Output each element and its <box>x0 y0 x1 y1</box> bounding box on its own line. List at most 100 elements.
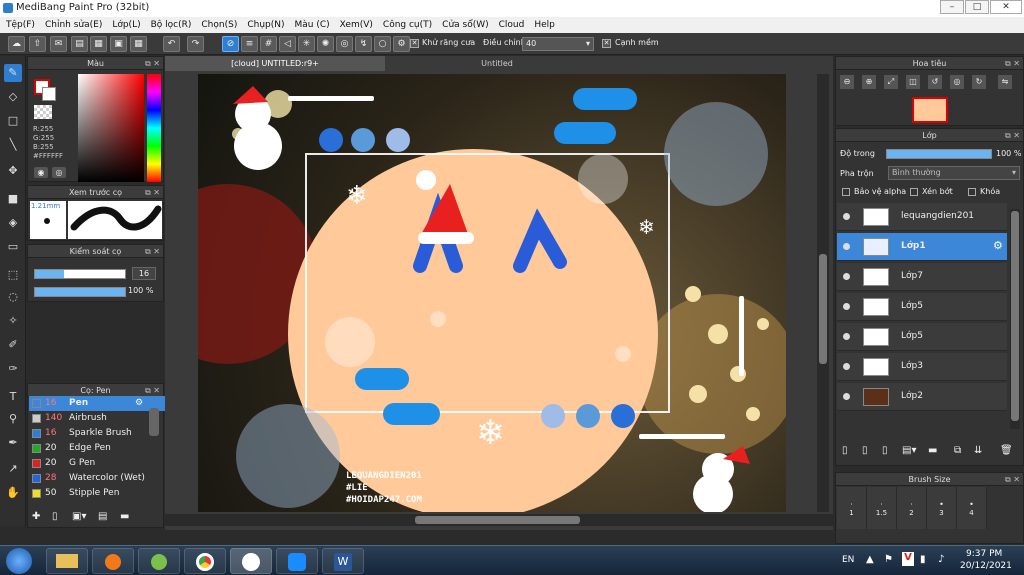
size-value[interactable]: 16 <box>132 267 156 280</box>
select-eraser-icon[interactable]: ✑ <box>4 360 22 378</box>
panel-close-icon[interactable]: ⧉ ✕ <box>1005 473 1020 486</box>
eye-icon[interactable] <box>843 303 850 310</box>
redo-icon[interactable]: ↷ <box>187 36 204 52</box>
layer-row[interactable]: Lớp5 <box>837 293 1007 321</box>
media-player-icon[interactable] <box>92 548 134 574</box>
dot-tool-icon[interactable]: □ <box>4 112 22 130</box>
eye-icon[interactable] <box>843 213 850 220</box>
menu-help[interactable]: Help <box>534 20 555 30</box>
word-icon[interactable]: W <box>322 548 364 574</box>
folder-icon[interactable]: ▬ <box>120 511 134 524</box>
tab-untitled[interactable]: Untitled <box>387 56 607 71</box>
menu-file[interactable]: Tệp(F) <box>6 20 35 30</box>
menu-view[interactable]: Xem(V) <box>340 20 373 30</box>
cross-snap-icon[interactable]: # <box>260 36 277 52</box>
menu-color[interactable]: Màu (C) <box>295 20 330 30</box>
cloud-icon[interactable]: ☁ <box>8 36 25 52</box>
brush-size-cell[interactable]: • 3 <box>927 487 957 529</box>
eraser-tool-icon[interactable]: ◇ <box>4 88 22 106</box>
new-halftone-layer-icon[interactable]: ▯ <box>862 445 868 456</box>
brush-settings-icon[interactable]: ▤ <box>98 511 112 524</box>
curve-snap-icon[interactable]: ↯ <box>355 36 372 52</box>
size-slider[interactable] <box>34 269 126 279</box>
clock-time[interactable]: 9:37 PM <box>966 549 1002 559</box>
color-history-icon[interactable]: ◎ <box>52 167 66 178</box>
bucket-tool-icon[interactable]: ◈ <box>4 214 22 232</box>
magic-wand-icon[interactable]: ✧ <box>4 312 22 330</box>
line-tool-icon[interactable]: ╲ <box>4 136 22 154</box>
panel-close-icon[interactable]: ⧉ ✕ <box>145 186 160 199</box>
divide-tool-icon[interactable]: ⚲ <box>4 410 22 428</box>
chrome-icon[interactable] <box>184 548 226 574</box>
menu-select[interactable]: Chọn(S) <box>201 20 237 30</box>
select-tool-icon[interactable]: ⬚ <box>4 266 22 284</box>
brush-size-cell[interactable]: · 2 <box>897 487 927 529</box>
parallel-snap-icon[interactable]: ≡ <box>241 36 258 52</box>
layer-row[interactable]: Lớp7 <box>837 263 1007 291</box>
hand-tool-icon[interactable]: ✋ <box>4 484 22 502</box>
brush-size-cell[interactable]: · 1 <box>837 487 867 529</box>
network-icon[interactable]: ▮ <box>920 554 926 565</box>
eye-icon[interactable] <box>843 363 850 370</box>
tab-cloud-document[interactable]: [cloud] UNTITLED:r9+ <box>165 56 385 71</box>
vertical-scrollbar[interactable] <box>817 74 829 512</box>
gear-icon[interactable]: ⚙ <box>993 239 1003 252</box>
color-mode-icon[interactable]: ◉ <box>34 167 48 178</box>
panel-close-icon[interactable]: ⧉ ✕ <box>1005 57 1020 70</box>
menu-window[interactable]: Cửa sổ(W) <box>442 20 488 30</box>
menu-tools[interactable]: Công cụ(T) <box>383 20 432 30</box>
layer-row[interactable]: Lớp1 ⚙ <box>837 233 1007 261</box>
comment-icon[interactable]: ✉ <box>50 36 67 52</box>
tray-app-icon[interactable]: V <box>902 552 914 566</box>
tray-flag-icon[interactable]: ⚑ <box>884 554 893 565</box>
brush-item[interactable]: 20 Edge Pen <box>29 441 173 456</box>
brush-size-cell[interactable]: · 1.5 <box>867 487 897 529</box>
color-picker-field[interactable] <box>78 74 144 182</box>
soft-edge-checkbox[interactable]: ✕ <box>602 39 611 48</box>
rotate-left-icon[interactable]: ↺ <box>928 75 942 89</box>
eye-icon[interactable] <box>843 393 850 400</box>
reset-icon[interactable]: ◎ <box>950 75 964 89</box>
gradient-tool-icon[interactable]: ▭ <box>4 238 22 256</box>
close-button[interactable]: ✕ <box>990 0 1022 14</box>
scrollbar-thumb[interactable] <box>1011 211 1019 421</box>
fit-icon[interactable]: ⤢ <box>884 75 898 89</box>
tray-arrow-icon[interactable]: ▲ <box>866 554 874 565</box>
brush-tool-icon[interactable]: ✎ <box>4 64 22 82</box>
new-8bit-layer-icon[interactable]: ▯ <box>882 445 888 456</box>
brush-size-cell[interactable]: • 4 <box>957 487 987 529</box>
transparent-swatch[interactable] <box>34 105 52 119</box>
select-pen-icon[interactable]: ✐ <box>4 336 22 354</box>
document-icon[interactable]: ▦ <box>90 36 107 52</box>
brush-item[interactable]: 20 G Pen <box>29 456 173 471</box>
export-icon[interactable]: ⇧ <box>29 36 46 52</box>
actual-size-icon[interactable]: ◫ <box>906 75 920 89</box>
clock-date[interactable]: 20/12/2021 <box>960 561 1012 571</box>
protect-alpha-checkbox[interactable] <box>842 188 850 196</box>
brush-item[interactable]: 28 Watercolor (Wet) <box>29 471 173 486</box>
ellipse-snap-icon[interactable]: ○ <box>374 36 391 52</box>
layer-row[interactable]: Lớp5 <box>837 323 1007 351</box>
clip-checkbox[interactable] <box>910 188 918 196</box>
lasso-tool-icon[interactable]: ◌ <box>4 288 22 306</box>
brush-list-scrollbar[interactable] <box>149 408 159 436</box>
zoom-out-icon[interactable]: ⊖ <box>840 75 854 89</box>
maximize-button[interactable]: □ <box>965 0 989 14</box>
layer-menu-icon[interactable]: ▤▾ <box>902 445 916 456</box>
horizontal-scrollbar[interactable] <box>165 514 833 526</box>
snap-off-icon[interactable]: ⊘ <box>222 36 239 52</box>
hue-slider[interactable] <box>147 74 161 182</box>
merge-down-icon[interactable]: ⇊ <box>974 445 982 456</box>
drawing-canvas[interactable]: ❄ ❄ ❄ LEQUANGDIEN201 #LIE #HOIDAP247.COM <box>198 74 786 512</box>
panel-close-icon[interactable]: ⧉ ✕ <box>1005 129 1020 142</box>
panel-close-icon[interactable]: ⧉ ✕ <box>145 245 160 258</box>
minimize-button[interactable]: – <box>940 0 964 14</box>
undo-icon[interactable]: ↶ <box>163 36 180 52</box>
scrollbar-thumb[interactable] <box>819 254 827 364</box>
layer-row[interactable]: Lớp2 <box>837 383 1007 411</box>
blend-mode-dropdown[interactable]: Bình thường ▾ <box>888 166 1020 180</box>
brush-item[interactable]: 50 Stipple Pen <box>29 486 173 501</box>
eye-icon[interactable] <box>843 273 850 280</box>
zoom-in-icon[interactable]: ⊕ <box>862 75 876 89</box>
vanish-snap-icon[interactable]: ◁ <box>279 36 296 52</box>
